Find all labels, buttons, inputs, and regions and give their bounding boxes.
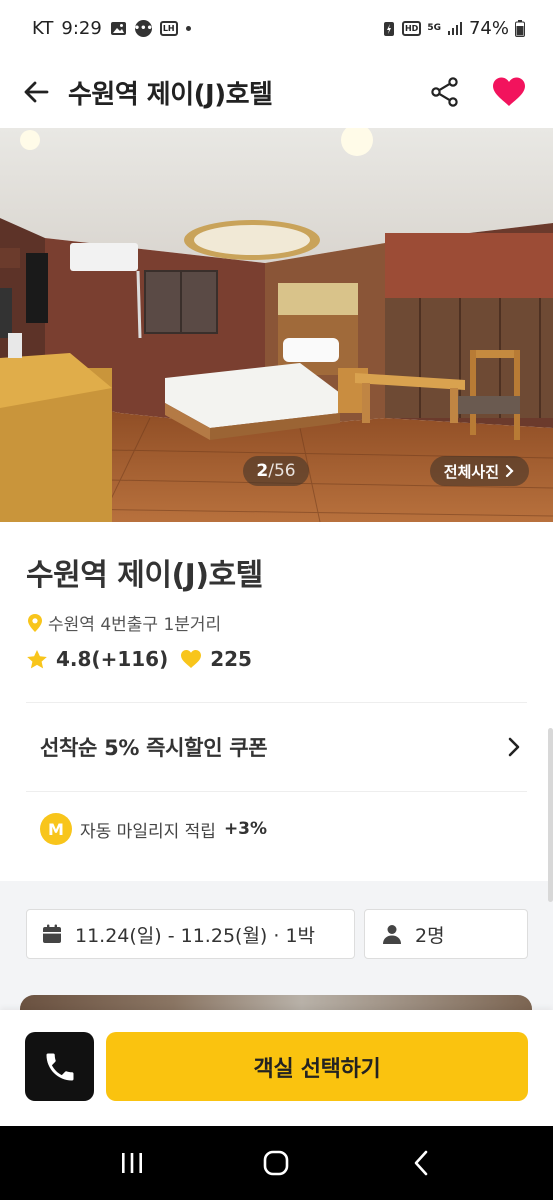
calendar-icon	[43, 924, 61, 943]
photo-counter: 2/56	[243, 456, 309, 486]
more-notifications-dot	[185, 25, 191, 31]
app-bar: 수원역 제이(J)호텔	[0, 56, 553, 128]
guest-count-text: 2명	[415, 924, 445, 947]
likes-count: 225	[210, 647, 252, 671]
photo-counter-total: /56	[268, 461, 296, 481]
status-right: HD 5G 74%	[382, 18, 525, 39]
back-button[interactable]	[18, 74, 54, 110]
select-room-button[interactable]: 객실 선택하기	[106, 1032, 528, 1101]
5g-network-icon: 5G	[427, 23, 441, 33]
location-row: 수원역 4번출구 1분거리	[26, 610, 527, 635]
scrollbar[interactable]	[548, 728, 553, 902]
recent-apps-button[interactable]	[102, 1133, 162, 1193]
heart-icon	[181, 650, 202, 668]
home-icon	[264, 1150, 289, 1176]
battery-icon	[515, 19, 525, 37]
signal-icon	[447, 19, 463, 37]
status-bar: KT 9:29 ••• LH HD 5G 74%	[0, 0, 553, 56]
carrier-label: KT	[32, 17, 54, 39]
chevron-right-icon	[508, 737, 520, 757]
hotel-name: 수원역 제이(J)호텔	[26, 558, 263, 593]
bottom-action-bar: 객실 선택하기	[0, 1010, 553, 1126]
chat-notification-icon: •••	[134, 19, 153, 37]
share-button[interactable]	[425, 72, 465, 112]
chevron-left-icon	[414, 1150, 428, 1176]
chevron-right-icon	[505, 464, 514, 478]
heart-filled-icon	[493, 77, 525, 106]
home-button[interactable]	[246, 1133, 306, 1193]
clock: 9:29	[61, 17, 102, 39]
photo-counter-current: 2	[256, 461, 269, 481]
view-all-photos-button[interactable]: 전체사진	[429, 456, 529, 486]
recent-apps-icon	[122, 1153, 143, 1173]
mileage-label: 자동 마일리지 적립	[80, 821, 216, 842]
location-pin-icon	[28, 613, 42, 632]
location-text: 수원역 4번출구 1분거리	[48, 615, 222, 635]
coupon-label: 선착순 5% 즉시할인 쿠폰	[40, 736, 268, 760]
star-icon	[27, 649, 47, 668]
mileage-value: +3%	[223, 819, 268, 839]
date-selector[interactable]: 11.24(일) - 11.25(월) · 1박	[26, 909, 355, 959]
system-nav-bar	[0, 1126, 553, 1200]
status-left: KT 9:29 ••• LH	[32, 18, 191, 39]
rating-row: 4.8(+116) 225	[26, 647, 527, 671]
page-title: 수원역 제이(J)호텔	[68, 79, 273, 110]
rating-value: 4.8(+116)	[56, 647, 169, 671]
share-icon	[431, 77, 458, 107]
mileage-row: M 자동 마일리지 적립 +3%	[40, 812, 267, 846]
mileage-badge-icon: M	[40, 813, 72, 845]
hotel-info: 수원역 제이(J)호텔 수원역 4번출구 1분거리 4.8(+116) 225	[0, 522, 553, 671]
battery-saver-icon	[382, 19, 396, 37]
coupon-row[interactable]: 선착순 5% 즉시할인 쿠폰	[26, 703, 527, 791]
favorite-button[interactable]	[489, 72, 529, 112]
date-range-text: 11.24(일) - 11.25(월) · 1박	[75, 924, 316, 947]
call-button[interactable]	[25, 1032, 94, 1101]
back-nav-button[interactable]	[391, 1133, 451, 1193]
lh-app-icon: LH	[159, 20, 178, 36]
battery-percent: 74%	[468, 17, 509, 39]
phone-icon	[46, 1053, 73, 1080]
divider	[26, 791, 527, 792]
view-all-photos-label: 전체사진	[443, 462, 499, 481]
guest-selector[interactable]: 2명	[364, 909, 528, 959]
arrow-left-icon	[24, 81, 49, 103]
hotel-photo[interactable]: 2/56 전체사진	[0, 128, 553, 522]
hd-voice-icon: HD	[401, 20, 422, 36]
gallery-notification-icon	[110, 19, 127, 37]
person-icon	[383, 925, 401, 944]
